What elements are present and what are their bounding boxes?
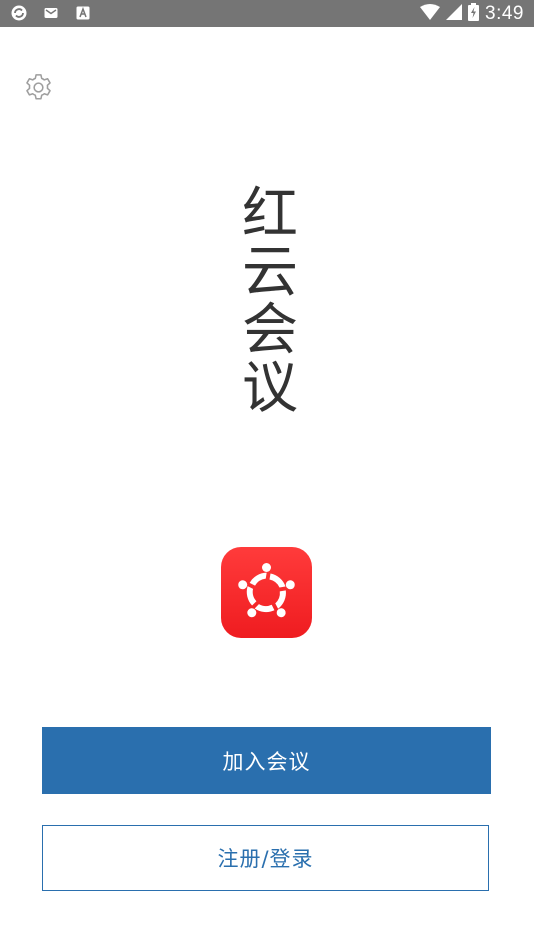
battery-charging-icon: [468, 3, 480, 25]
sync-icon: [10, 4, 28, 22]
signal-icon: [446, 4, 463, 24]
wifi-icon: [420, 4, 441, 24]
join-meeting-button[interactable]: 加入会议: [42, 727, 491, 794]
status-bar: 3:49: [0, 0, 534, 27]
status-bar-time: 3:49: [485, 3, 524, 24]
status-bar-system: 3:49: [420, 3, 524, 25]
register-login-button[interactable]: 注册/登录: [42, 825, 489, 891]
app-logo: [221, 547, 312, 638]
app-title: 红云会议: [242, 182, 298, 421]
font-a-icon: [74, 4, 92, 22]
people-circle-logo-icon: [238, 563, 295, 618]
gear-icon: [26, 74, 51, 100]
status-bar-notifications: [10, 4, 92, 22]
mail-icon: [42, 4, 60, 22]
settings-button[interactable]: [23, 72, 54, 103]
